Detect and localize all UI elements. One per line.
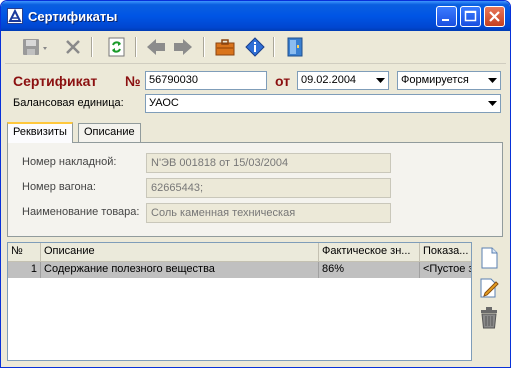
info-icon[interactable] [243, 35, 267, 59]
table-header: № Описание Фактическое зн... Показа... [8, 243, 471, 262]
date-label: от [275, 73, 291, 89]
requisites-panel: Номер накладной: N'ЭВ 001818 от 15/03/20… [7, 142, 503, 237]
column-header-number[interactable]: № [8, 243, 41, 261]
trash-icon[interactable] [476, 305, 502, 331]
date-picker[interactable]: 09.02.2004 [297, 71, 389, 90]
column-header-description[interactable]: Описание [41, 243, 319, 261]
maximize-button[interactable] [460, 6, 481, 27]
wagon-label: Номер вагона: [22, 181, 96, 193]
save-icon[interactable] [19, 35, 53, 59]
tab-description[interactable]: Описание [78, 123, 141, 143]
exit-door-icon[interactable] [283, 35, 307, 59]
minimize-button[interactable] [436, 6, 457, 27]
invoice-label: Номер накладной: [22, 156, 117, 168]
row-number: 1 [8, 262, 41, 278]
back-arrow-icon[interactable] [144, 35, 168, 59]
status-select[interactable]: Формируется [397, 71, 501, 90]
chevron-down-icon[interactable] [484, 95, 500, 112]
certificates-window: Сертификаты Сертификат № 56790030 от 09.… [0, 0, 511, 368]
goods-field[interactable]: Соль каменная техническая [146, 203, 391, 223]
table-row[interactable]: 1 Содержание полезного вещества 86% <Пус… [8, 262, 471, 278]
title-bar[interactable]: Сертификаты [1, 1, 510, 31]
status-value: Формируется [401, 74, 469, 86]
goods-label: Наименование товара: [22, 206, 140, 218]
edit-icon[interactable] [476, 275, 502, 301]
wagon-field[interactable]: 62665443; [146, 178, 391, 198]
briefcase-icon[interactable] [213, 35, 237, 59]
refresh-icon[interactable] [105, 35, 129, 59]
window-title: Сертификаты [28, 9, 118, 24]
chevron-down-icon[interactable] [484, 72, 500, 89]
date-value: 09.02.2004 [301, 74, 357, 86]
balance-unit-value: УАОС [149, 97, 179, 109]
column-header-actual-value[interactable]: Фактическое зн... [319, 243, 420, 261]
close-button[interactable] [484, 6, 505, 27]
indicators-table: № Описание Фактическое зн... Показа... 1… [7, 242, 472, 361]
row-description: Содержание полезного вещества [41, 262, 319, 278]
number-label: № [125, 73, 141, 89]
certificate-label: Сертификат [13, 73, 98, 89]
new-document-icon[interactable] [476, 245, 502, 271]
row-actual-value: 86% [319, 262, 420, 278]
column-header-indicator[interactable]: Показа... [420, 243, 471, 261]
balance-unit-select[interactable]: УАОС [145, 94, 501, 113]
delete-icon[interactable] [61, 35, 85, 59]
invoice-field[interactable]: N'ЭВ 001818 от 15/03/2004 [146, 153, 391, 173]
toolbar [5, 31, 506, 64]
forward-arrow-icon[interactable] [171, 35, 195, 59]
chevron-down-icon[interactable] [372, 72, 388, 89]
row-indicator: <Пустое з [423, 263, 471, 275]
certificate-number-input[interactable]: 56790030 [145, 71, 267, 90]
tab-requisites[interactable]: Реквизиты [7, 122, 73, 143]
app-icon [7, 8, 23, 24]
balance-unit-label: Балансовая единица: [13, 97, 124, 109]
